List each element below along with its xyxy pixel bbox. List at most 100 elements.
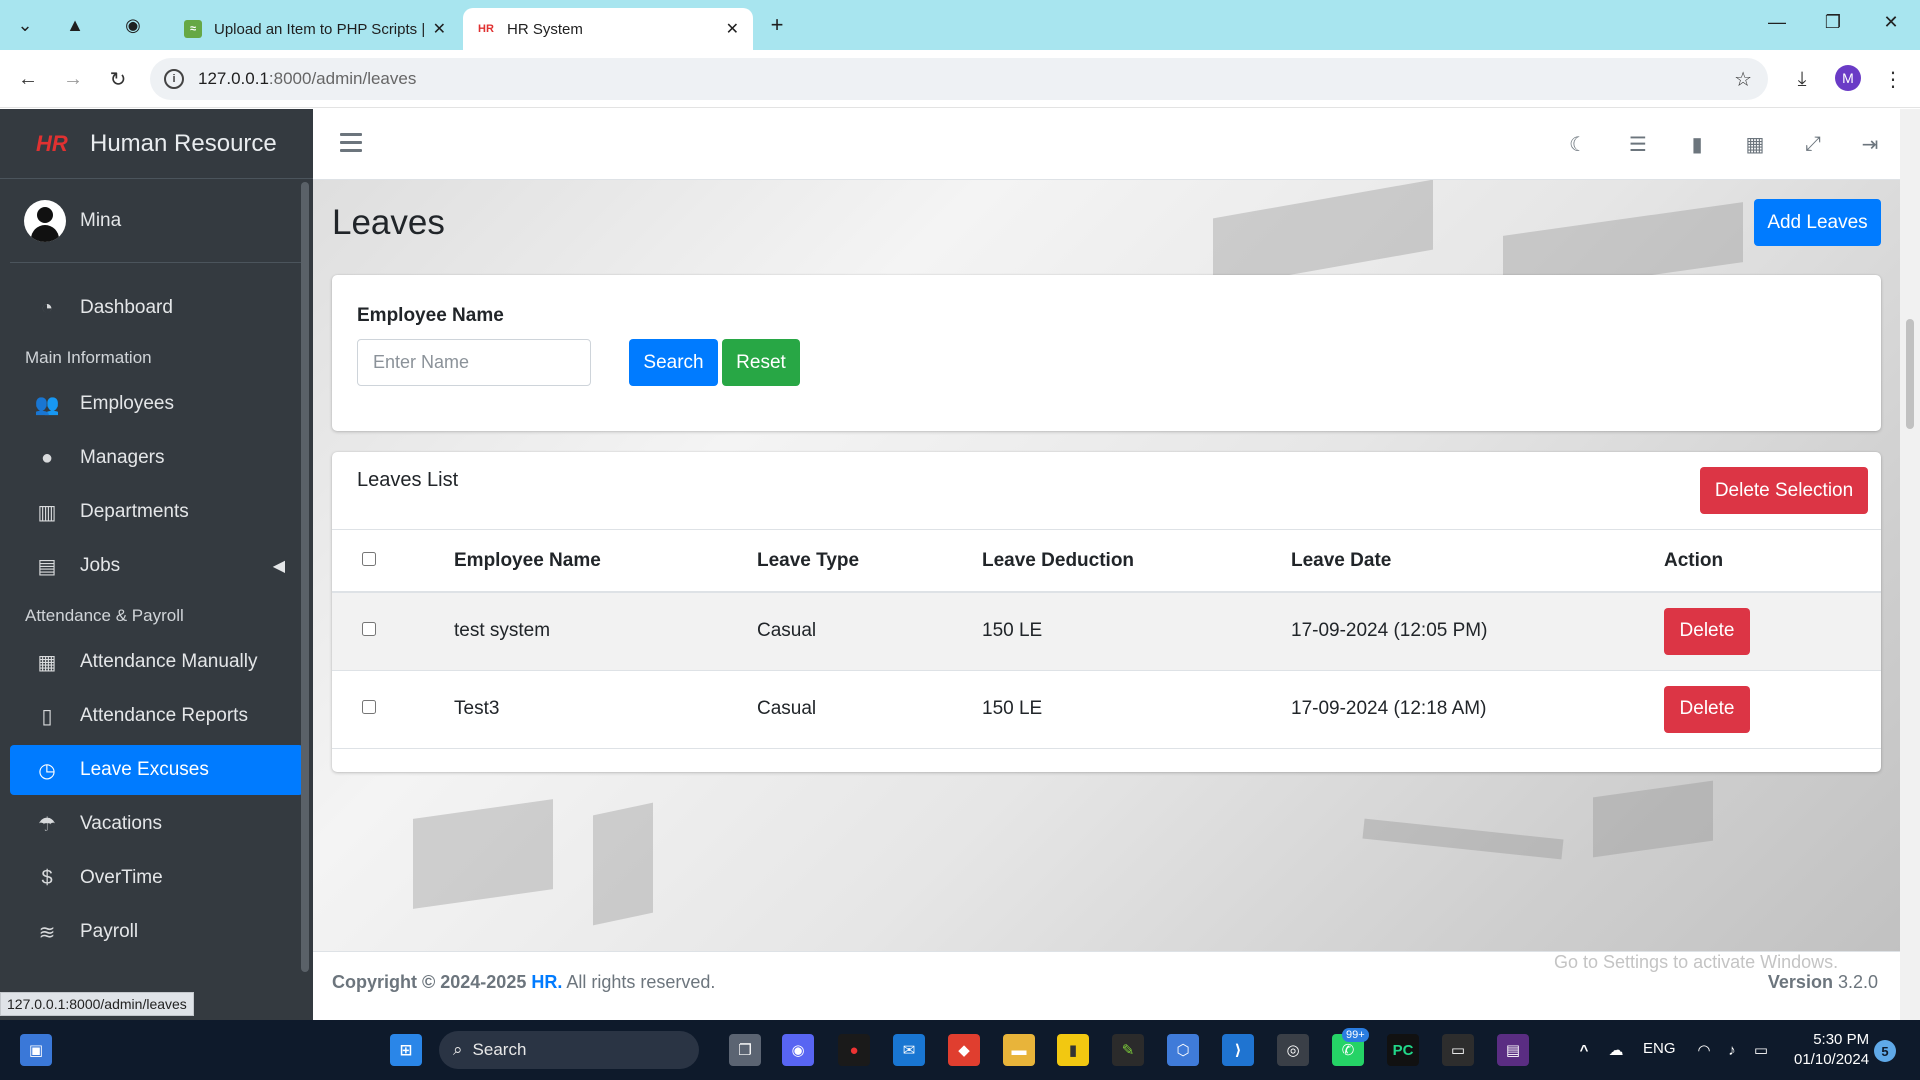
download-icon[interactable]: ⤓	[1786, 63, 1818, 95]
sidebar-item-jobs[interactable]: ▤ Jobs ◀	[10, 541, 303, 591]
cell-employee-name: Test3	[454, 670, 757, 749]
extension-icon[interactable]: ▲	[59, 9, 91, 41]
windows-start-icon[interactable]: ⊞	[390, 1034, 422, 1066]
pycharm-icon[interactable]: PC	[1387, 1034, 1419, 1066]
clock-time: 5:30 PM	[1813, 1031, 1870, 1048]
battery-icon[interactable]: ▭	[1745, 1034, 1777, 1066]
close-tab-icon[interactable]: ✕	[726, 19, 739, 39]
footer-brand-link[interactable]: HR.	[531, 972, 562, 992]
virtualbox-icon[interactable]: ⬡	[1167, 1034, 1199, 1066]
tab-upload-item[interactable]: ≈ Upload an Item to PHP Scripts | ✕	[170, 8, 460, 50]
sidebar-item-overtime[interactable]: $ OverTime	[10, 853, 303, 903]
taskbar-search[interactable]: ⌕ Search	[439, 1031, 699, 1069]
sidebar-scrollbar[interactable]	[301, 182, 309, 972]
user-name: Mina	[80, 209, 122, 231]
sidebar-item-leave-excuses[interactable]: ◷ Leave Excuses	[10, 745, 303, 795]
sidebar-nav: ◔ Dashboard Main Information 👥 Employees…	[0, 263, 313, 957]
delete-selection-button[interactable]: Delete Selection	[1700, 467, 1868, 514]
language-indicator[interactable]: ENG	[1643, 1040, 1676, 1057]
sidebar-item-vacations[interactable]: ☂ Vacations	[10, 799, 303, 849]
url-field[interactable]: i 127.0.0.1:8000/admin/leaves ☆	[150, 58, 1768, 100]
profile-avatar[interactable]: M	[1835, 65, 1861, 91]
minimize-icon[interactable]: —	[1762, 12, 1792, 33]
row-checkbox[interactable]	[362, 700, 376, 714]
cell-action: Delete	[1664, 592, 1881, 671]
briefcase-icon: ▤	[37, 555, 57, 578]
cell-leave-type: Casual	[757, 592, 982, 671]
cell-employee-name: test system	[454, 592, 757, 671]
delete-button[interactable]: Delete	[1664, 607, 1750, 655]
volume-icon[interactable]: ♪	[1716, 1034, 1748, 1066]
bookmark-star-icon[interactable]: ☆	[1734, 67, 1752, 92]
column-header: Leave Type	[757, 530, 982, 593]
leaves-list-card: Leaves List Delete Selection Employee Na…	[332, 452, 1881, 772]
cell-leave-deduction: 150 LE	[982, 670, 1291, 749]
cell-leave-deduction: 150 LE	[982, 592, 1291, 671]
close-window-icon[interactable]: ✕	[1876, 12, 1906, 33]
widgets-icon[interactable]: ▣	[20, 1034, 52, 1066]
close-tab-icon[interactable]: ✕	[433, 19, 446, 39]
site-info-icon[interactable]: i	[164, 69, 184, 89]
brand-link[interactable]: HR Human Resource	[0, 109, 313, 179]
teams-icon[interactable]: ◉	[782, 1034, 814, 1066]
user-panel[interactable]: Mina	[10, 179, 303, 263]
sidebar-item-dashboard[interactable]: ◔ Dashboard	[10, 283, 303, 333]
hamburger-menu-icon[interactable]	[340, 133, 362, 153]
search-button[interactable]: Search	[629, 339, 718, 386]
add-leaves-button[interactable]: Add Leaves	[1754, 199, 1881, 246]
logout-icon[interactable]: ⇥	[1855, 129, 1885, 159]
file-explorer-icon[interactable]: ▬	[1003, 1034, 1035, 1066]
cell-leave-type: Casual	[757, 670, 982, 749]
sidebar-item-attendance-manually[interactable]: ▦ Attendance Manually	[10, 637, 303, 687]
sidebar-item-departments[interactable]: ▥ Departments	[10, 487, 303, 537]
mail-icon[interactable]: ✉	[893, 1034, 925, 1066]
sidebar-item-managers[interactable]: ● Managers	[10, 433, 303, 483]
task-list-icon[interactable]: ☰	[1623, 129, 1653, 159]
select-all-checkbox[interactable]	[362, 551, 376, 566]
github-icon[interactable]: ◉	[117, 9, 149, 41]
delete-button[interactable]: Delete	[1664, 685, 1750, 733]
sidebar-item-label: Payroll	[80, 921, 139, 942]
chrome-icon[interactable]: ◎	[1277, 1034, 1309, 1066]
recorder-icon[interactable]: ●	[838, 1034, 870, 1066]
calendar-icon[interactable]: ▦	[1740, 129, 1770, 159]
reset-button[interactable]: Reset	[722, 339, 800, 386]
new-tab-icon[interactable]: +	[761, 9, 793, 41]
rar-icon[interactable]: ▤	[1497, 1034, 1529, 1066]
menu-dots-icon[interactable]: ⋮	[1877, 63, 1909, 95]
card-header: Leaves List Delete Selection	[332, 452, 1881, 530]
sidebar-item-attendance-reports[interactable]: ▯ Attendance Reports	[10, 691, 303, 741]
onedrive-cloud-icon[interactable]: ☁	[1600, 1034, 1632, 1066]
tab-search-icon[interactable]: ⌄	[9, 9, 41, 41]
tab-hr-system[interactable]: HR HR System ✕	[463, 8, 753, 50]
power-bi-icon[interactable]: ▮	[1057, 1034, 1089, 1066]
terminal-icon[interactable]: ▭	[1442, 1034, 1474, 1066]
employee-name-input[interactable]	[357, 339, 591, 386]
page-scrollbar[interactable]	[1900, 109, 1920, 1020]
column-header: Leave Deduction	[982, 530, 1291, 593]
fullscreen-icon[interactable]: ⤢	[1798, 129, 1828, 159]
tab-title: Upload an Item to PHP Scripts |	[214, 20, 426, 38]
dark-mode-moon-icon[interactable]: ☾	[1563, 129, 1593, 159]
anydesk-icon[interactable]: ◆	[948, 1034, 980, 1066]
clock-icon: ◷	[38, 759, 56, 782]
back-icon[interactable]: ←	[12, 63, 44, 95]
task-view-icon[interactable]: ❐	[729, 1034, 761, 1066]
vscode-icon[interactable]: ⟩	[1222, 1034, 1254, 1066]
clock[interactable]: 5:30 PM 01/10/2024	[1794, 1030, 1869, 1070]
forward-icon[interactable]: →	[57, 63, 89, 95]
chart-icon[interactable]: ▮	[1682, 129, 1712, 159]
dollar-icon: $	[41, 866, 53, 889]
nav-header-main-information: Main Information	[25, 348, 152, 367]
chevron-up-icon[interactable]: ^	[1568, 1034, 1600, 1066]
whatsapp-badge: 99+	[1342, 1028, 1369, 1042]
sidebar-item-payroll[interactable]: ≋ Payroll	[10, 907, 303, 957]
table-row: Test3 Casual 150 LE 17-09-2024 (12:18 AM…	[332, 670, 1881, 749]
row-checkbox[interactable]	[362, 622, 376, 637]
reload-icon[interactable]: ↻	[102, 63, 134, 95]
sidebar-item-employees[interactable]: 👥 Employees	[10, 379, 303, 429]
scrollbar-thumb[interactable]	[1906, 319, 1914, 429]
app-icon[interactable]: ✎	[1112, 1034, 1144, 1066]
restore-icon[interactable]: ❐	[1818, 12, 1848, 33]
notification-badge[interactable]: 5	[1874, 1040, 1896, 1062]
